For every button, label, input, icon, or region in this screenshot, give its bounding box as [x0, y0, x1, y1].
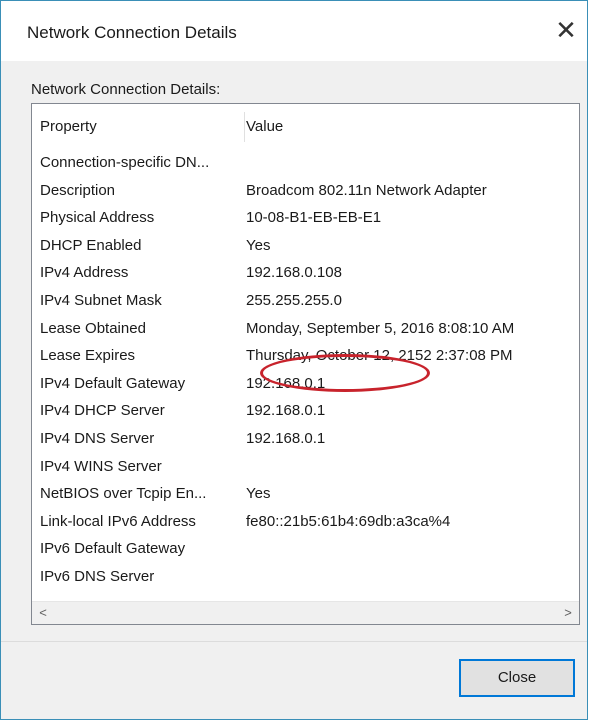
list-row[interactable]: IPv4 Subnet Mask 255.255.255.0: [32, 288, 579, 316]
title-bar[interactable]: Network Connection Details ✕: [1, 1, 587, 61]
details-listview[interactable]: Property Value Connection-specific DN...…: [31, 103, 580, 625]
list-row[interactable]: IPv4 Default Gateway 192.168.0.1: [32, 371, 579, 399]
property-cell: IPv4 DHCP Server: [40, 402, 165, 420]
property-cell: Link-local IPv6 Address: [40, 512, 196, 530]
value-cell: 192.168.0.1: [246, 402, 326, 420]
value-cell: 192.168.0.1: [246, 429, 326, 447]
value-cell: 255.255.255.0: [246, 291, 342, 309]
list-rows: Connection-specific DN... Description Bro…: [32, 150, 579, 592]
property-cell: IPv4 WINS Server: [40, 457, 162, 475]
value-cell: 10-08-B1-EB-EB-E1: [246, 209, 382, 227]
details-group-label: Network Connection Details:: [31, 81, 221, 98]
list-row[interactable]: Lease Expires Thursday, October 12, 2152 …: [32, 343, 579, 371]
list-row[interactable]: NetBIOS over Tcpip En... Yes: [32, 481, 579, 509]
chevron-right-icon[interactable]: >: [557, 602, 579, 624]
value-cell: Yes: [246, 236, 271, 254]
list-row[interactable]: IPv4 DHCP Server 192.168.0.1: [32, 398, 579, 426]
property-cell: IPv4 Subnet Mask: [40, 291, 162, 309]
property-cell: Lease Expires: [40, 347, 136, 365]
close-button[interactable]: Close: [459, 659, 575, 697]
list-row[interactable]: Link-local IPv6 Address fe80::21b5:61b4:6…: [32, 509, 579, 537]
column-divider[interactable]: [244, 112, 245, 142]
value-cell: 192.168.0.1: [246, 374, 326, 392]
property-cell: Description: [40, 181, 116, 199]
column-header-value[interactable]: Value: [246, 118, 283, 135]
dialog-window: Network Connection Details ✕ Network Con…: [0, 0, 588, 720]
column-header-property[interactable]: Property: [40, 118, 97, 135]
value-cell: Thursday, October 12, 2152 2:37:08 PM: [246, 347, 513, 365]
value-cell: Broadcom 802.11n Network Adapter: [246, 181, 487, 199]
chevron-left-icon[interactable]: <: [32, 602, 54, 624]
list-row[interactable]: IPv4 Address 192.168.0.108: [32, 260, 579, 288]
property-cell: IPv6 DNS Server: [40, 567, 155, 585]
value-cell: 192.168.0.108: [246, 264, 342, 282]
property-cell: IPv4 Address: [40, 264, 129, 282]
property-cell: IPv4 DNS Server: [40, 429, 155, 447]
value-cell: Yes: [246, 485, 271, 503]
close-icon[interactable]: ✕: [551, 15, 581, 45]
property-cell: Connection-specific DN...: [40, 154, 210, 171]
horizontal-scrollbar[interactable]: < >: [32, 601, 579, 624]
list-row[interactable]: IPv4 WINS Server: [32, 454, 579, 482]
list-row[interactable]: DHCP Enabled Yes: [32, 233, 579, 261]
value-cell: Monday, September 5, 2016 8:08:10 AM: [246, 319, 515, 337]
property-cell: Lease Obtained: [40, 319, 146, 337]
property-cell: IPv4 Default Gateway: [40, 374, 186, 392]
value-cell: fe80::21b5:61b4:69db:a3ca%4: [246, 512, 451, 530]
list-row[interactable]: Description Broadcom 802.11n Network Adap…: [32, 178, 579, 206]
list-row[interactable]: IPv6 Default Gateway: [32, 536, 579, 564]
window-title: Network Connection Details: [27, 23, 237, 42]
list-row[interactable]: Physical Address 10-08-B1-EB-EB-E1: [32, 205, 579, 233]
property-cell: Physical Address: [40, 209, 155, 227]
footer-divider: [1, 641, 587, 642]
property-cell: DHCP Enabled: [40, 236, 142, 254]
list-header: Property Value: [32, 104, 579, 148]
list-row[interactable]: Connection-specific DN...: [32, 150, 579, 178]
property-cell: NetBIOS over Tcpip En...: [40, 485, 207, 503]
list-row[interactable]: IPv4 DNS Server 192.168.0.1: [32, 426, 579, 454]
list-row[interactable]: Lease Obtained Monday, September 5, 2016 …: [32, 316, 579, 344]
list-row[interactable]: IPv6 DNS Server: [32, 564, 579, 592]
scroll-track[interactable]: [54, 602, 557, 624]
property-cell: IPv6 Default Gateway: [40, 540, 186, 558]
